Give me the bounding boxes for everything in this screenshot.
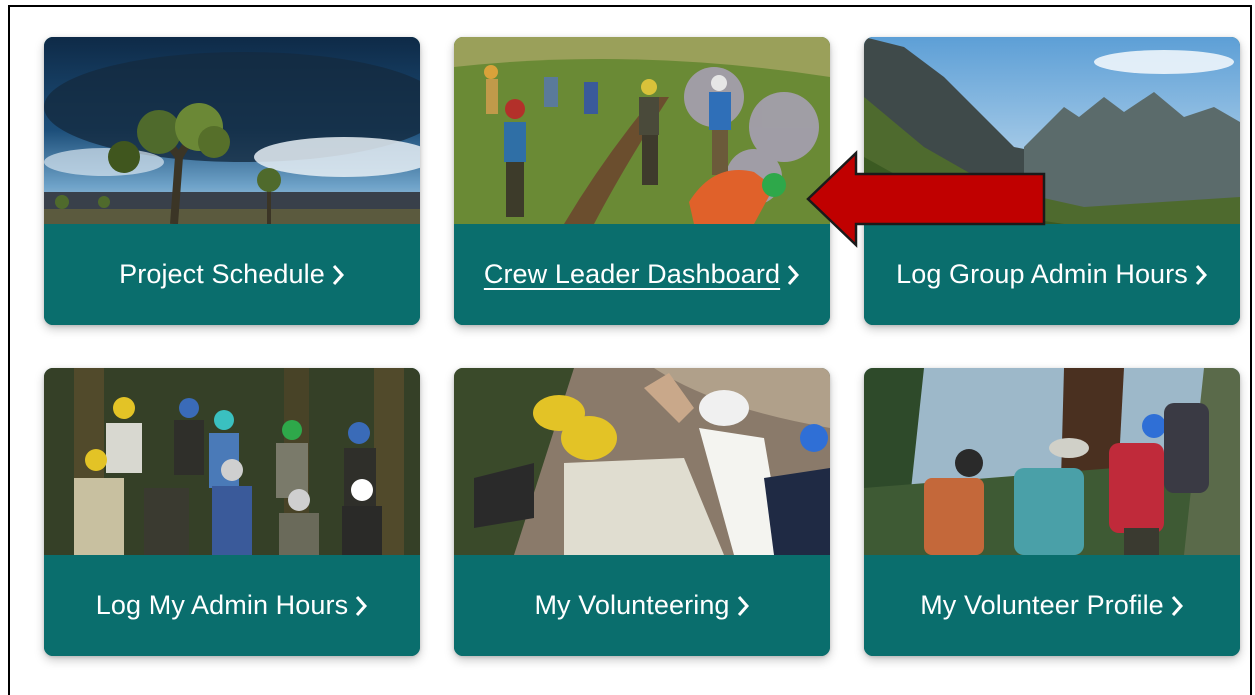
card-footer[interactable]: My Volunteer Profile: [864, 555, 1240, 656]
card-image-trail-crew: [454, 37, 830, 224]
card-footer[interactable]: My Volunteering: [454, 555, 830, 656]
card-label[interactable]: Log My Admin Hours: [96, 590, 348, 621]
card-label[interactable]: My Volunteering: [534, 590, 729, 621]
chevron-right-icon: [737, 595, 749, 616]
card-label[interactable]: Project Schedule: [119, 259, 325, 290]
card-image-volunteer-group: [44, 368, 420, 555]
card-image-hikers: [864, 368, 1240, 555]
card-label[interactable]: Log Group Admin Hours: [896, 259, 1188, 290]
chevron-right-icon: [332, 264, 344, 285]
chevron-right-icon: [788, 264, 800, 285]
card-crew-leader-dashboard[interactable]: Crew Leader Dashboard: [454, 37, 830, 325]
card-image-volunteers-working: [454, 368, 830, 555]
card-footer[interactable]: Project Schedule: [44, 224, 420, 325]
card-label[interactable]: My Volunteer Profile: [920, 590, 1164, 621]
red-arrow-annotation-icon: [806, 150, 1046, 248]
card-log-my-admin-hours[interactable]: Log My Admin Hours: [44, 368, 420, 656]
card-my-volunteering[interactable]: My Volunteering: [454, 368, 830, 656]
card-image-desert: [44, 37, 420, 224]
chevron-right-icon: [1195, 264, 1207, 285]
card-footer[interactable]: Log My Admin Hours: [44, 555, 420, 656]
card-project-schedule[interactable]: Project Schedule: [44, 37, 420, 325]
card-label[interactable]: Crew Leader Dashboard: [484, 259, 780, 290]
card-footer[interactable]: Crew Leader Dashboard: [454, 224, 830, 325]
chevron-right-icon: [1171, 595, 1183, 616]
chevron-right-icon: [356, 595, 368, 616]
card-my-volunteer-profile[interactable]: My Volunteer Profile: [864, 368, 1240, 656]
